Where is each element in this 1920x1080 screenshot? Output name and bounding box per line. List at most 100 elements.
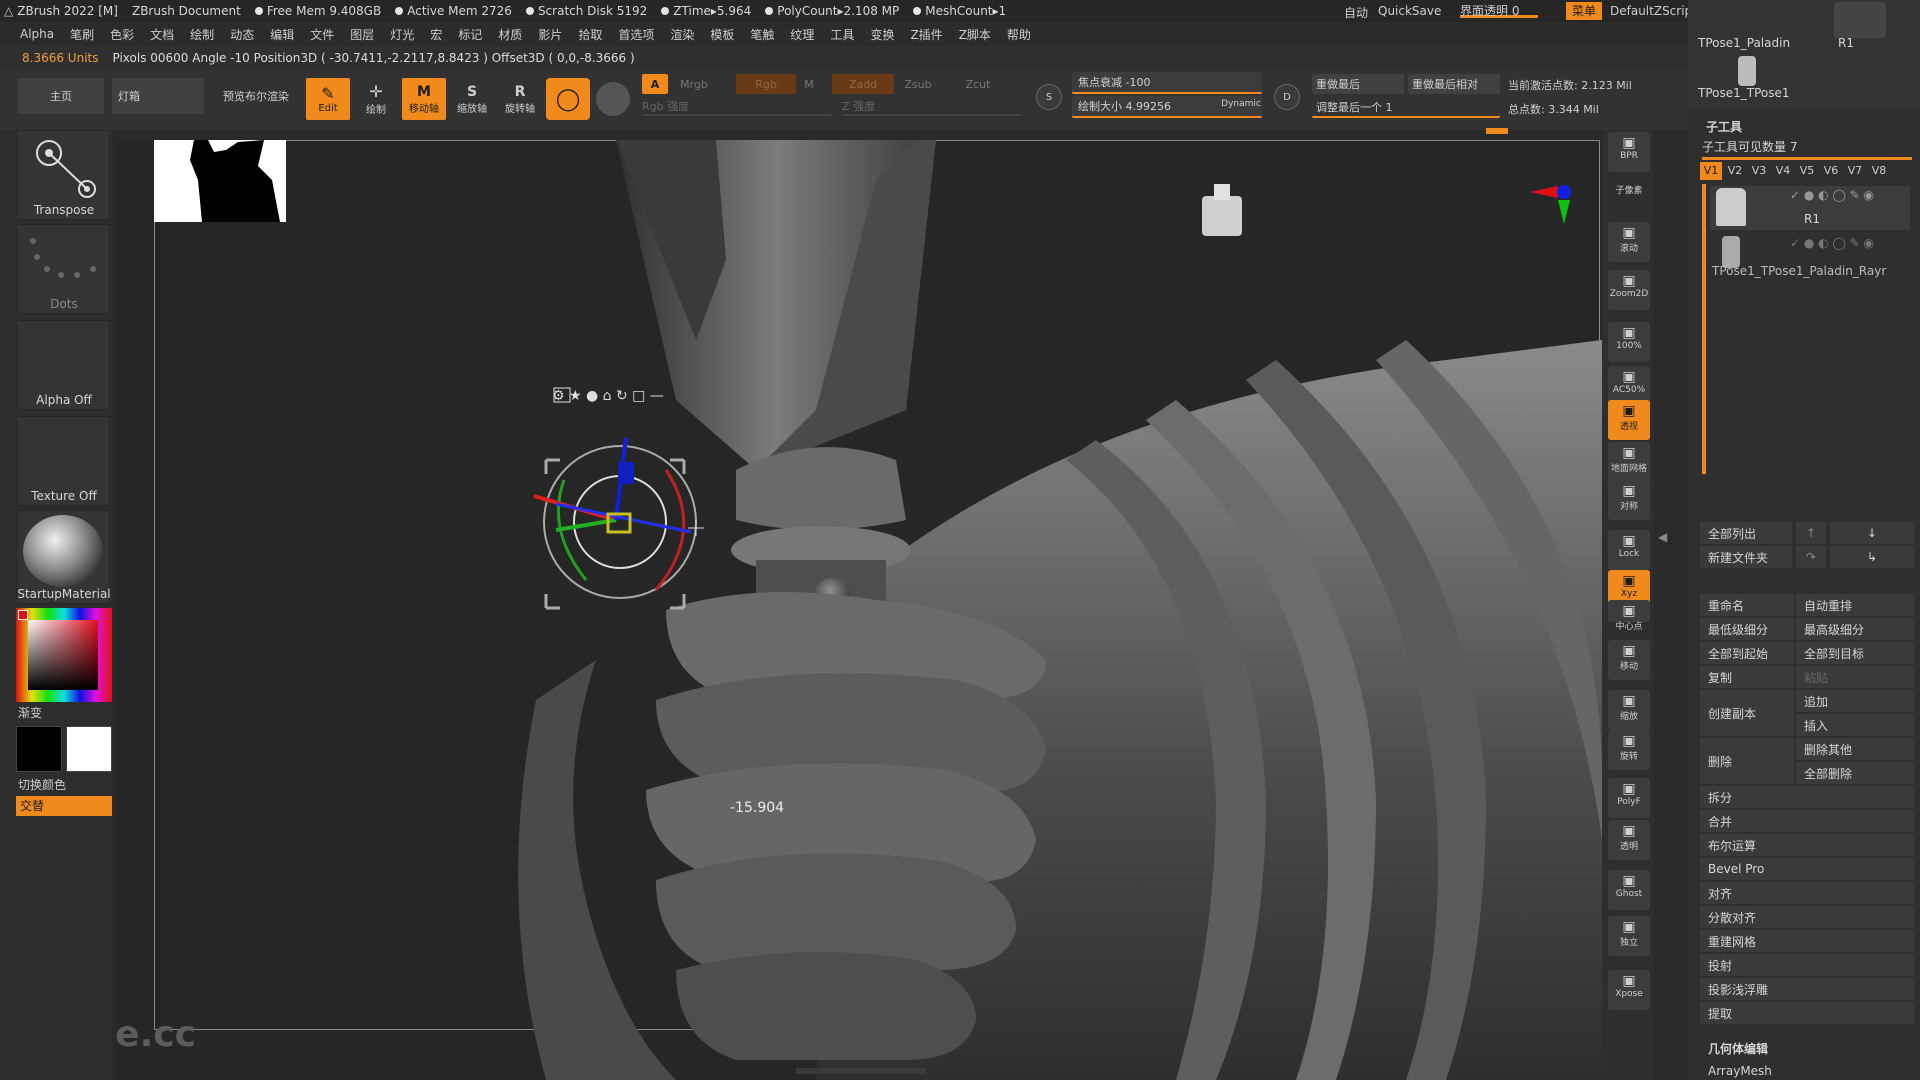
tool-button-0[interactable]: ▣ BPR [1608, 132, 1650, 172]
copy-button[interactable]: 复制 [1700, 666, 1794, 688]
align-menu[interactable]: 对齐 [1700, 882, 1914, 904]
zsub-button[interactable]: Zsub [896, 74, 940, 94]
tool-button-9[interactable]: ▣ Lock [1608, 530, 1650, 570]
s-dynamic-icon[interactable]: S [1036, 84, 1062, 110]
merge-menu[interactable]: 合并 [1700, 810, 1914, 832]
lowest-subdiv-button[interactable]: 最低级细分 [1700, 618, 1794, 640]
subtool-visibility-icon[interactable]: ✓ ● ◐ ◯ ✎ ◉ [1790, 236, 1874, 250]
subtool-item-tpose[interactable]: TPose1_TPose1_Paladin_Rayr ✓ ● ◐ ◯ ✎ ◉ [1710, 234, 1910, 278]
material-sphere-icon[interactable] [596, 82, 630, 116]
tool-button-7[interactable]: ▣ 地面网格 [1608, 442, 1650, 482]
tool-button-17[interactable]: ▣ Ghost [1608, 870, 1650, 910]
arraymesh-menu[interactable]: ArrayMesh [1708, 1064, 1772, 1078]
dynamic-toggle[interactable]: Dynamic [1218, 96, 1264, 112]
zcut-button[interactable]: Zcut [956, 74, 1000, 94]
subtool-tab-v8[interactable]: V8 [1868, 162, 1890, 180]
create-copy-button[interactable]: 创建副本 [1700, 690, 1794, 736]
alpha-slot[interactable]: Alpha Off [16, 320, 110, 410]
menu-item[interactable]: Z插件 [910, 26, 942, 43]
a-button[interactable]: A [642, 74, 668, 94]
tool-button-19[interactable]: ▣ Xpose [1608, 970, 1650, 1010]
rgb-intensity-slider[interactable]: Rgb 强度 [642, 98, 832, 116]
stroke-dots-slot[interactable]: Dots [16, 224, 110, 314]
tool-thumb-paladin[interactable]: TPose1_Paladin [1698, 36, 1790, 50]
tool-button-8[interactable]: ▣ 对称 [1608, 480, 1650, 520]
switch-color-button[interactable]: 切换颜色 [18, 776, 66, 793]
texture-slot[interactable]: Texture Off [16, 416, 110, 506]
ui-opacity-slider[interactable]: 界面透明 0 [1460, 2, 1538, 18]
zadd-button[interactable]: Zadd [832, 74, 894, 94]
menu-item[interactable]: 材质 [498, 26, 522, 43]
subtool-item-r1[interactable]: R1 ✓ ● ◐ ◯ ✎ ◉ [1710, 186, 1910, 230]
rgb-button[interactable]: Rgb [736, 74, 796, 94]
menu-item[interactable]: 工具 [830, 26, 854, 43]
folder-down-icon[interactable]: ↳ [1830, 546, 1914, 568]
secondary-color-swatch[interactable] [66, 726, 112, 772]
3d-viewport[interactable]: ⚙ ★ ● ⌂ ↻ □ — -15.904 tafe.cc [116, 140, 1602, 1080]
project-relief-menu[interactable]: 投影浅浮雕 [1700, 978, 1914, 1000]
distribute-menu[interactable]: 分散对齐 [1700, 906, 1914, 928]
menu-item[interactable]: 帮助 [1007, 26, 1031, 43]
menu-item[interactable]: 拾取 [578, 26, 602, 43]
menu-item[interactable]: 影片 [538, 26, 562, 43]
subtool-tab-v6[interactable]: V6 [1820, 162, 1842, 180]
axis-orientation-icon[interactable] [1506, 176, 1586, 256]
scale-button[interactable]: S 缩放轴 [450, 78, 494, 120]
menu-item[interactable]: 变换 [870, 26, 894, 43]
menu-item[interactable]: 笔触 [750, 26, 774, 43]
tool-button-15[interactable]: ▣ PolyF [1608, 778, 1650, 818]
highest-subdiv-button[interactable]: 最高级细分 [1796, 618, 1914, 640]
d-dynamic-icon[interactable]: D [1274, 84, 1300, 110]
subtool-tab-v4[interactable]: V4 [1772, 162, 1794, 180]
redo-last-relative-button[interactable]: 重做最后相对 [1408, 74, 1500, 94]
delete-button[interactable]: 删除 [1700, 738, 1794, 784]
bevel-pro-menu[interactable]: Bevel Pro [1700, 858, 1914, 880]
menu-item[interactable]: 图层 [350, 26, 374, 43]
menu-button[interactable]: 菜单 [1566, 2, 1602, 20]
preview-bool-button[interactable]: 预览布尔渲染 [210, 78, 302, 114]
home-button[interactable]: 主页 [18, 78, 104, 114]
z-intensity-slider[interactable]: Z 强度 [842, 98, 1022, 116]
visible-count-slider[interactable]: 子工具可见数量 7 [1702, 138, 1912, 160]
menu-item[interactable]: 文档 [150, 26, 174, 43]
boolean-menu[interactable]: 布尔运算 [1700, 834, 1914, 856]
subtool-scrollbar[interactable] [1702, 184, 1706, 474]
paste-button[interactable]: 粘贴 [1796, 666, 1914, 688]
menu-item[interactable]: 绘制 [190, 26, 214, 43]
menu-item[interactable]: Alpha [20, 27, 54, 41]
redo-last-button[interactable]: 重做最后 [1312, 74, 1404, 94]
alternate-button[interactable]: 交替 [16, 796, 112, 816]
menu-item[interactable]: 笔刷 [70, 26, 94, 43]
menu-item[interactable]: 文件 [310, 26, 334, 43]
subtool-header[interactable]: 子工具 [1706, 118, 1742, 135]
transpose-slot[interactable]: Transpose [16, 130, 110, 220]
material-slot[interactable]: StartupMaterial [16, 510, 111, 604]
menu-item[interactable]: 首选项 [618, 26, 654, 43]
rotate-button[interactable]: R 旋转轴 [498, 78, 542, 120]
rename-button[interactable]: 重命名 [1700, 594, 1794, 616]
edit-button[interactable]: ✎ Edit [306, 78, 350, 120]
remesh-menu[interactable]: 重建网格 [1700, 930, 1914, 952]
extract-menu[interactable]: 提取 [1700, 1002, 1914, 1024]
lightbox-button[interactable]: 灯箱 [112, 78, 204, 114]
tool-button-4[interactable]: ▣ 100% [1608, 322, 1650, 362]
subtool-tab-v3[interactable]: V3 [1748, 162, 1770, 180]
focal-shift-slider[interactable]: 焦点衰减 -100 [1072, 72, 1262, 94]
scroll-indicator[interactable] [1486, 128, 1508, 134]
all-to-target-button[interactable]: 全部到目标 [1796, 642, 1914, 664]
adjust-last-slider[interactable]: 调整最后一个 1 [1312, 98, 1500, 118]
menu-item[interactable]: 渲染 [670, 26, 694, 43]
tool-button-3[interactable]: ▣ Zoom2D [1608, 270, 1650, 310]
zscript-label[interactable]: DefaultZScript [1610, 4, 1697, 18]
delete-all-button[interactable]: 全部删除 [1796, 762, 1914, 784]
menu-item[interactable]: 标记 [458, 26, 482, 43]
auto-reorder-button[interactable]: 自动重排 [1796, 594, 1914, 616]
menu-item[interactable]: Z脚本 [959, 26, 991, 43]
folder-up-icon[interactable]: ↷ [1796, 546, 1826, 568]
subtool-tab-v2[interactable]: V2 [1724, 162, 1746, 180]
menu-item[interactable]: 编辑 [270, 26, 294, 43]
new-folder-button[interactable]: 新建文件夹 [1700, 546, 1792, 568]
tool-button-6[interactable]: ▣ 透视 [1608, 400, 1650, 440]
tool-button-2[interactable]: ▣ 滚动 [1608, 222, 1650, 262]
collapse-right-arrow-icon[interactable]: ◀ [1658, 530, 1668, 570]
